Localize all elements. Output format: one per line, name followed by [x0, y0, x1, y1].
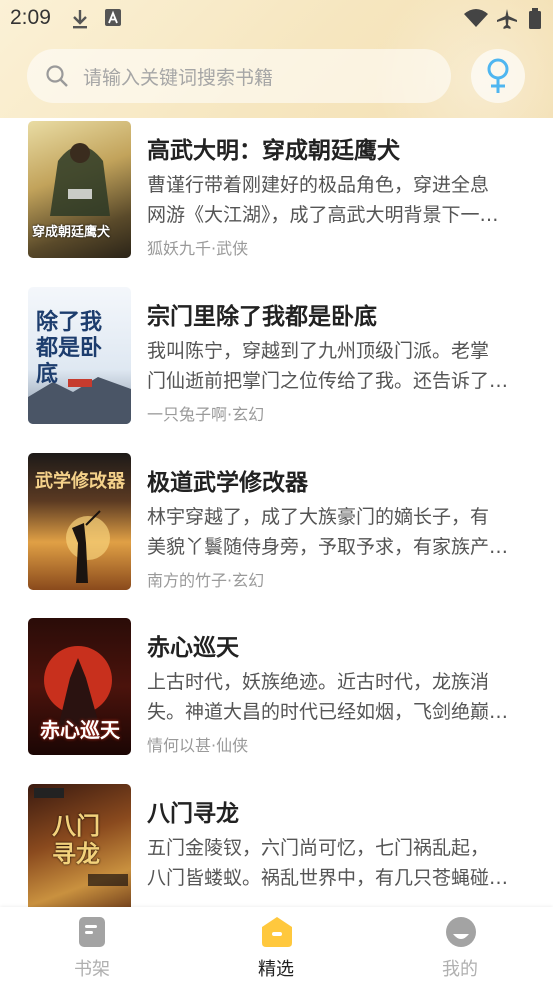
description-line: 我叫陈宁，穿越到了九州顶级门派。老掌: [147, 340, 490, 362]
battery-icon: [528, 8, 542, 34]
book-description: 我叫陈宁，穿越到了九州顶级门派。老掌 门仙逝前把掌门之位传给了我。还告诉了…: [147, 336, 519, 396]
search-icon: [45, 64, 69, 92]
book-description: 林宇穿越了，成了大族豪门的嫡长子，有 美貌丫鬟随侍身旁，予取予求，有家族产…: [147, 502, 519, 562]
status-bar: 2:09: [0, 0, 553, 38]
book-description: 五门金陵钗，六门尚可忆，七门祸乱起， 八门皆蝼蚁。祸乱世界中，有几只苍蝇碰…: [147, 833, 519, 893]
bookshelf-icon: [78, 916, 106, 952]
description-line: 五门金陵钗，六门尚可忆，七门祸乱起，: [147, 837, 490, 859]
download-icon: [70, 8, 90, 34]
wifi-icon: [463, 8, 489, 32]
airplane-mode-icon: [496, 8, 518, 34]
book-item[interactable]: 八门寻龙 八门寻龙 五门金陵钗，六门尚可忆，七门祸乱起， 八门皆蝼蚁。祸乱世界中…: [0, 784, 553, 908]
book-item[interactable]: 穿成朝廷鹰犬 高武大明：穿成朝廷鹰犬 曹谨行带着刚建好的极品角色，穿进全息 网游…: [0, 121, 553, 261]
tab-featured[interactable]: 精选: [184, 907, 368, 983]
description-line: 八门皆蝼蚁。祸乱世界中，有几只苍蝇碰…: [147, 867, 509, 889]
book-title: 极道武学修改器: [147, 470, 308, 496]
book-title: 宗门里除了我都是卧底: [147, 304, 377, 330]
cover-title: 八门寻龙: [52, 811, 100, 868]
book-cover: 武学修改器: [28, 453, 131, 590]
tab-profile[interactable]: 我的: [368, 907, 552, 983]
search-input[interactable]: 请输入关键词搜索书籍: [27, 49, 451, 103]
book-title: 赤心巡天: [147, 635, 239, 661]
book-meta: 一只兔子啊·玄幻: [147, 405, 265, 424]
cover-title: 除了我都是卧底: [36, 309, 103, 387]
book-title: 八门寻龙: [147, 801, 239, 827]
book-cover: 赤心巡天: [28, 618, 131, 755]
book-description: 上古时代，妖族绝迹。近古时代，龙族消 失。神道大昌的时代已经如烟，飞剑绝巅…: [147, 667, 519, 727]
bottom-navigation: 书架 精选 我的: [0, 907, 553, 983]
book-item[interactable]: 赤心巡天 赤心巡天 上古时代，妖族绝迹。近古时代，龙族消 失。神道大昌的时代已经…: [0, 618, 553, 758]
tab-bookshelf[interactable]: 书架: [0, 907, 184, 983]
description-line: 失。神道大昌的时代已经如烟，飞剑绝巅…: [147, 701, 509, 723]
app-notification-icon: [104, 8, 122, 32]
tab-label: 书架: [74, 959, 110, 980]
book-meta: 南方的竹子·玄幻: [147, 571, 265, 590]
description-line: 曹谨行带着刚建好的极品角色，穿进全息: [147, 174, 490, 196]
book-description: 曹谨行带着刚建好的极品角色，穿进全息 网游《大江湖》，成了高武大明背景下一…: [147, 170, 519, 230]
book-cover: 除了我都是卧底: [28, 287, 131, 424]
description-line: 上古时代，妖族绝迹。近古时代，龙族消: [147, 671, 490, 693]
book-cover: 穿成朝廷鹰犬: [28, 121, 131, 258]
search-placeholder: 请输入关键词搜索书籍: [83, 67, 274, 89]
cover-title: 穿成朝廷鹰犬: [32, 225, 111, 240]
cover-title: 赤心巡天: [40, 718, 120, 742]
book-title: 高武大明：穿成朝廷鹰犬: [147, 138, 400, 164]
description-line: 网游《大江湖》，成了高武大明背景下一…: [147, 204, 499, 226]
female-symbol-icon: [487, 58, 509, 93]
book-list: 穿成朝廷鹰犬 高武大明：穿成朝廷鹰犬 曹谨行带着刚建好的极品角色，穿进全息 网游…: [0, 118, 553, 908]
gender-switch-button[interactable]: [471, 49, 525, 103]
profile-icon: [445, 916, 477, 952]
book-meta: 狐妖九千·武侠: [147, 239, 249, 258]
book-item[interactable]: 除了我都是卧底 宗门里除了我都是卧底 我叫陈宁，穿越到了九州顶级门派。老掌 门仙…: [0, 287, 553, 427]
book-item[interactable]: 武学修改器 极道武学修改器 林宇穿越了，成了大族豪门的嫡长子，有 美貌丫鬟随侍身…: [0, 453, 553, 593]
description-line: 林宇穿越了，成了大族豪门的嫡长子，有: [147, 506, 490, 528]
featured-icon: [261, 916, 293, 952]
description-line: 美貌丫鬟随侍身旁，予取予求，有家族产…: [147, 536, 509, 558]
book-meta: 情何以甚·仙侠: [147, 736, 249, 755]
book-cover: 八门寻龙: [28, 784, 131, 908]
cover-title: 武学修改器: [35, 471, 125, 492]
tab-label: 我的: [442, 959, 478, 980]
header: 2:09 请输入关键词搜索书籍: [0, 0, 553, 118]
status-time: 2:09: [10, 6, 51, 29]
description-line: 门仙逝前把掌门之位传给了我。还告诉了…: [147, 370, 509, 392]
tab-label: 精选: [258, 959, 294, 980]
